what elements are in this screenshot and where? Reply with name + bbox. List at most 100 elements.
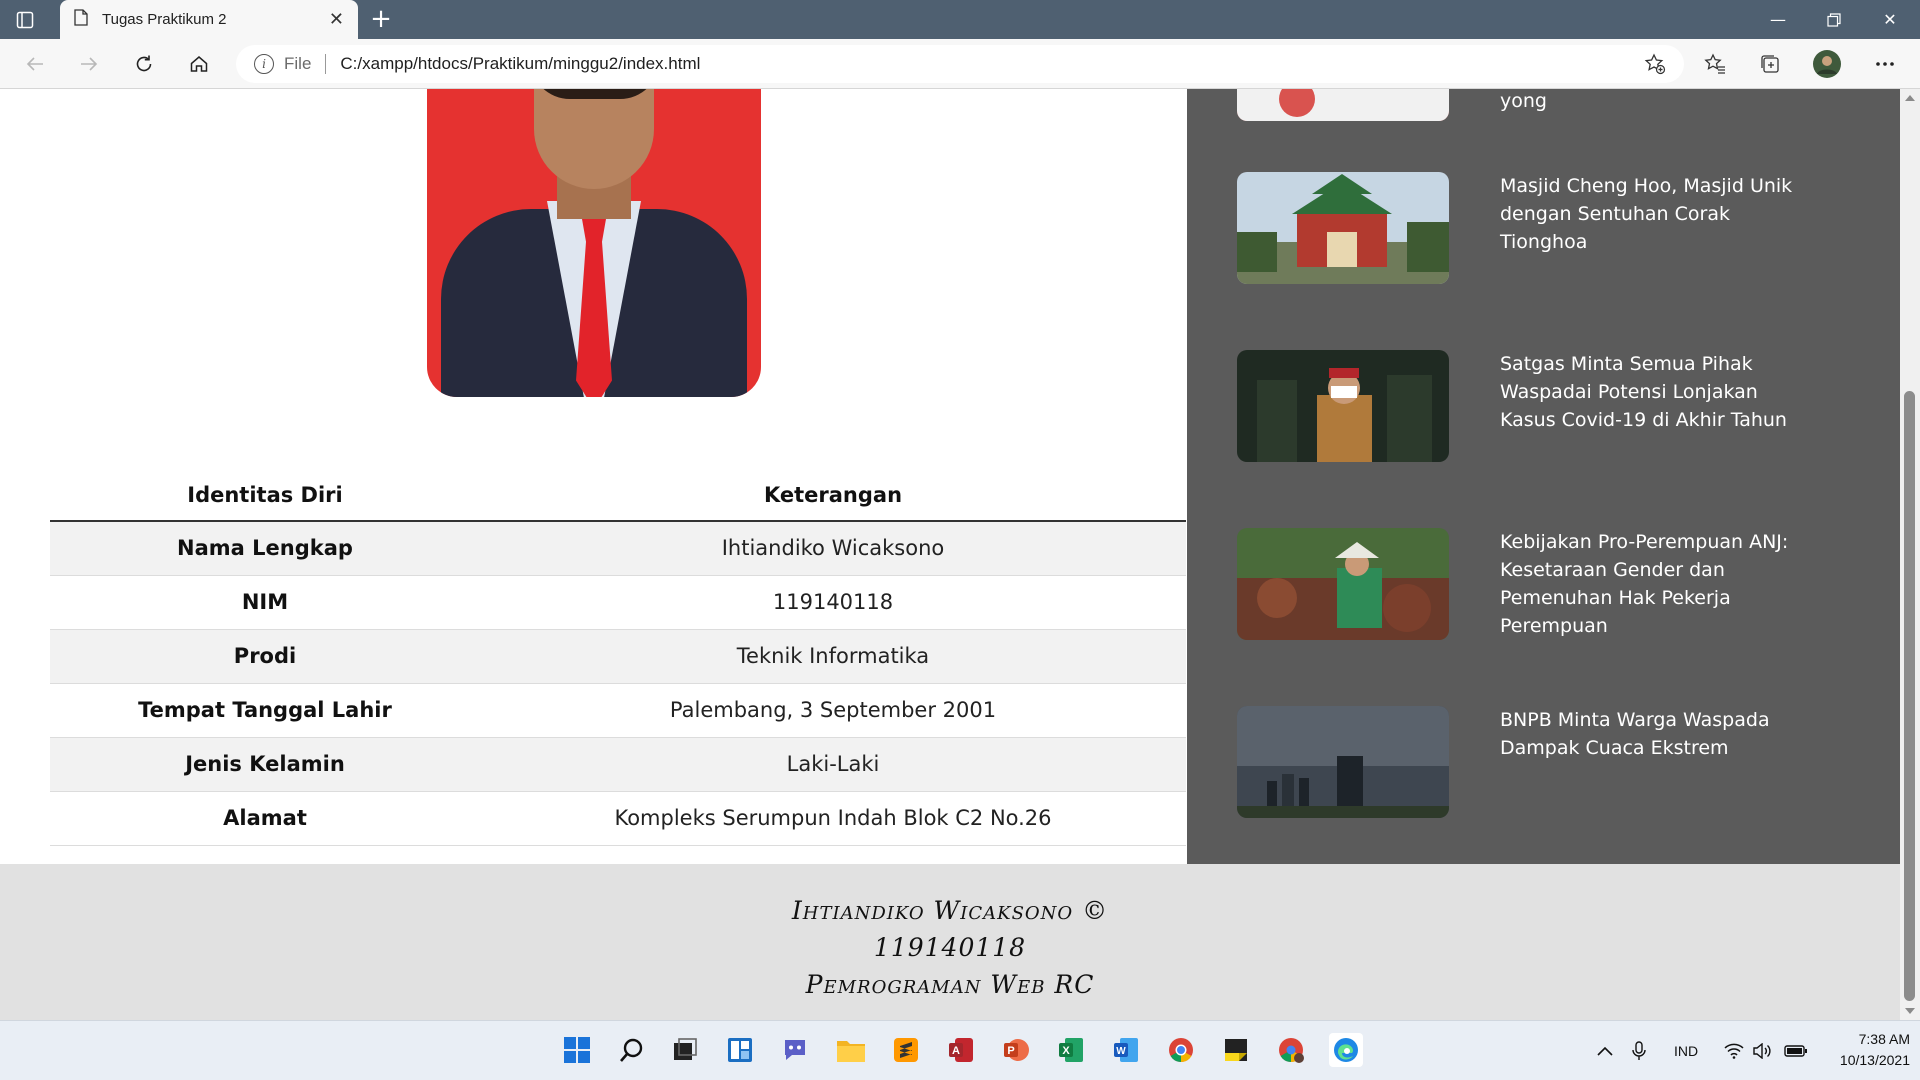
close-window-button[interactable]: ✕ <box>1862 0 1918 39</box>
news-thumbnail[interactable] <box>1237 172 1449 284</box>
volume-icon[interactable] <box>1752 1021 1772 1080</box>
row-value: Teknik Informatika <box>480 629 1186 684</box>
collections-icon[interactable] <box>1755 49 1785 79</box>
table-row: Nama Lengkap Ihtiandiko Wicaksono <box>50 521 1186 576</box>
word-icon[interactable]: W <box>1109 1033 1143 1067</box>
row-label: NIM <box>50 575 480 630</box>
browser-tab-bar: Tugas Praktikum 2 ✕ + — ✕ <box>0 0 1920 39</box>
back-arrow-icon[interactable] <box>20 49 50 79</box>
profile-avatar[interactable] <box>1812 49 1842 79</box>
news-thumbnail[interactable] <box>1237 706 1449 818</box>
news-sidebar: yong Masjid Cheng Hoo, Masjid Unik denga… <box>1187 89 1900 864</box>
tab-actions-icon[interactable] <box>14 9 36 31</box>
table-row: NIM 119140118 <box>50 575 1186 630</box>
url-text[interactable]: C:/xampp/htdocs/Praktikum/minggu2/index.… <box>340 54 700 74</box>
table-row: Tempat Tanggal Lahir Palembang, 3 Septem… <box>50 683 1186 738</box>
site-info-icon[interactable]: i <box>254 54 274 74</box>
scroll-up-icon[interactable] <box>1905 95 1915 101</box>
url-separator <box>325 54 327 74</box>
chrome-profile-icon[interactable] <box>1274 1033 1308 1067</box>
page-icon <box>74 9 88 30</box>
row-label: Nama Lengkap <box>50 521 480 576</box>
tab-title: Tugas Praktikum 2 <box>102 11 227 28</box>
excel-icon[interactable]: X <box>1054 1033 1088 1067</box>
page-viewport: Identitas Diri Keterangan Nama Lengkap I… <box>0 89 1900 1020</box>
footer-course: Pemrograman Web RC <box>805 970 1095 999</box>
sublime-text-icon[interactable] <box>889 1033 923 1067</box>
news-title[interactable]: yong <box>1500 89 1800 115</box>
widgets-icon[interactable] <box>723 1033 757 1067</box>
edge-icon[interactable] <box>1329 1033 1363 1067</box>
home-icon[interactable] <box>184 49 214 79</box>
row-value: Ihtiandiko Wicaksono <box>480 521 1186 576</box>
battery-icon[interactable] <box>1784 1021 1808 1080</box>
photo-face <box>534 89 654 189</box>
favorites-icon[interactable] <box>1700 49 1730 79</box>
browser-tab[interactable]: Tugas Praktikum 2 ✕ <box>60 0 358 39</box>
more-options-icon[interactable] <box>1870 49 1900 79</box>
language-indicator[interactable]: IND <box>1674 1021 1698 1080</box>
restore-button[interactable] <box>1806 0 1862 39</box>
news-thumbnail[interactable] <box>1237 89 1449 121</box>
file-explorer-icon[interactable] <box>834 1033 868 1067</box>
news-item[interactable]: Satgas Minta Semua Pihak Waspadai Potens… <box>1237 350 1877 462</box>
microphone-icon[interactable] <box>1632 1021 1646 1080</box>
table-row: Jenis Kelamin Laki-Laki <box>50 737 1186 792</box>
news-item[interactable]: yong <box>1237 89 1877 121</box>
refresh-icon[interactable] <box>129 49 159 79</box>
page-scrollbar[interactable] <box>1900 89 1920 1020</box>
clock-date: 10/13/2021 <box>1839 1052 1910 1068</box>
row-value: Kompleks Serumpun Indah Blok C2 No.26 <box>480 791 1186 846</box>
footer-nim: 119140118 <box>873 933 1027 962</box>
row-label: Prodi <box>50 629 480 684</box>
header-keterangan: Keterangan <box>480 469 1186 522</box>
protocol-label: File <box>284 54 312 73</box>
wifi-icon[interactable] <box>1724 1021 1744 1080</box>
news-title[interactable]: Kebijakan Pro-Perempuan ANJ: Kesetaraan … <box>1500 528 1800 640</box>
minimize-button[interactable]: — <box>1750 0 1806 39</box>
svg-text:X: X <box>1062 1045 1070 1057</box>
scrollbar-thumb[interactable] <box>1904 391 1915 1001</box>
scroll-down-icon[interactable] <box>1905 1008 1915 1014</box>
address-bar[interactable]: i File C:/xampp/htdocs/Praktikum/minggu2… <box>236 45 1684 83</box>
chat-icon[interactable] <box>778 1033 812 1067</box>
access-icon[interactable]: A <box>944 1033 978 1067</box>
sticky-notes-icon[interactable] <box>1219 1033 1253 1067</box>
profile-photo <box>427 89 761 397</box>
header-identitas: Identitas Diri <box>50 469 480 522</box>
news-item[interactable]: BNPB Minta Warga Waspada Dampak Cuaca Ek… <box>1237 706 1877 818</box>
news-thumbnail[interactable] <box>1237 528 1449 640</box>
news-thumbnail[interactable] <box>1237 350 1449 462</box>
chrome-icon[interactable] <box>1164 1033 1198 1067</box>
svg-text:W: W <box>1116 1046 1126 1057</box>
search-icon[interactable] <box>615 1033 649 1067</box>
table-header-row: Identitas Diri Keterangan <box>50 469 1186 522</box>
row-value: Palembang, 3 September 2001 <box>480 683 1186 738</box>
new-tab-button[interactable]: + <box>368 6 394 32</box>
add-favorite-icon[interactable] <box>1640 49 1670 79</box>
system-clock[interactable]: 7:38 AM 10/13/2021 <box>1820 1029 1910 1071</box>
address-bar-row: i File C:/xampp/htdocs/Praktikum/minggu2… <box>0 39 1920 89</box>
footer-author: Ihtiandiko Wicaksono © <box>791 896 1109 925</box>
table-row: Alamat Kompleks Serumpun Indah Blok C2 N… <box>50 791 1186 846</box>
powerpoint-icon[interactable]: P <box>999 1033 1033 1067</box>
row-value: Laki-Laki <box>480 737 1186 792</box>
windows-taskbar: A P X W IND 7:38 AM 10/13/2021 <box>0 1020 1920 1080</box>
task-view-icon[interactable] <box>668 1033 702 1067</box>
row-value: 119140118 <box>480 575 1186 630</box>
news-item[interactable]: Kebijakan Pro-Perempuan ANJ: Kesetaraan … <box>1237 528 1877 640</box>
news-title[interactable]: BNPB Minta Warga Waspada Dampak Cuaca Ek… <box>1500 706 1800 762</box>
start-icon[interactable] <box>560 1033 594 1067</box>
show-hidden-icons-icon[interactable] <box>1596 1021 1614 1080</box>
forward-arrow-icon[interactable] <box>74 49 104 79</box>
row-label: Jenis Kelamin <box>50 737 480 792</box>
svg-text:A: A <box>952 1045 960 1057</box>
close-tab-icon[interactable]: ✕ <box>329 9 344 30</box>
svg-text:P: P <box>1007 1045 1014 1057</box>
row-label: Alamat <box>50 791 480 846</box>
news-title[interactable]: Masjid Cheng Hoo, Masjid Unik dengan Sen… <box>1500 172 1800 256</box>
news-item[interactable]: Masjid Cheng Hoo, Masjid Unik dengan Sen… <box>1237 172 1877 284</box>
page-footer: Ihtiandiko Wicaksono © 119140118 Pemrogr… <box>0 864 1900 1020</box>
table-row: Prodi Teknik Informatika <box>50 629 1186 684</box>
news-title[interactable]: Satgas Minta Semua Pihak Waspadai Potens… <box>1500 350 1800 434</box>
